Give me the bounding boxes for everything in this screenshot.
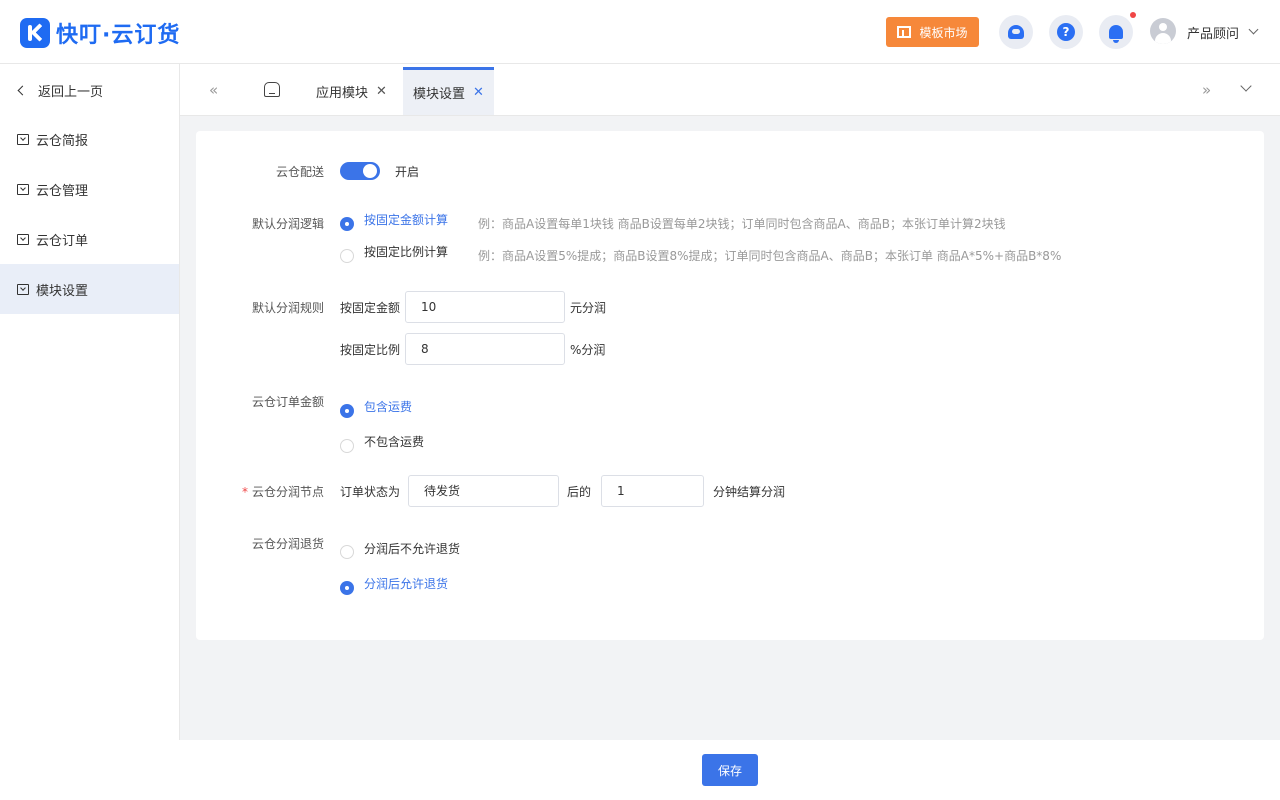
user-name[interactable]: 产品顾问 [1187, 23, 1239, 42]
node-middle: 后的 [567, 485, 592, 499]
fixed-ratio-label: 按固定比例 [340, 343, 401, 357]
top-header: 快叮·云订货 模板市场 ? 产品顾问 [0, 0, 1280, 64]
mail-icon [17, 233, 29, 245]
fixed-amount-unit: 元分润 [570, 301, 607, 315]
back-link[interactable]: 返回上一页 [16, 80, 103, 100]
tab-module-settings[interactable]: 模块设置 ✕ [403, 67, 494, 115]
delivery-state: 开启 [395, 165, 420, 179]
required-mark: * [241, 485, 248, 499]
node-prefix: 订单状态为 [340, 485, 401, 499]
sidebar-item-cloud-brief[interactable]: 云仓简报 [0, 114, 179, 164]
logo-text: 快叮·云订货 [56, 23, 181, 48]
tab-label: 模块设置 [413, 87, 466, 102]
include-shipping-label[interactable]: 包含运费 [364, 398, 412, 415]
template-market-label: 模板市场 [919, 25, 968, 40]
notification-button[interactable] [1099, 15, 1133, 49]
logo-icon [20, 18, 50, 48]
avatar[interactable] [1150, 18, 1176, 44]
home-icon[interactable] [264, 82, 280, 97]
customer-service-icon [1008, 25, 1024, 39]
node-label-text: 云仓分润节点 [251, 485, 324, 499]
chevron-down-icon[interactable] [1248, 24, 1259, 35]
logic-fixed-amount-radio[interactable] [340, 217, 354, 231]
app-logo[interactable]: 快叮·云订货 [20, 17, 180, 49]
settings-panel: 云仓配送 开启 默认分润逻辑 按固定金额计算 例：商品A设置每单1块钱 商品B设… [196, 131, 1264, 640]
include-shipping-radio[interactable] [340, 404, 354, 418]
fixed-amount-label: 按固定金额 [340, 301, 401, 315]
chevron-left-icon [17, 85, 28, 95]
no-return-label[interactable]: 分润后不允许退货 [364, 540, 460, 557]
node-label: * 云仓分润节点 [196, 483, 324, 500]
save-button[interactable]: 保存 [702, 754, 758, 786]
allow-return-label[interactable]: 分润后允许退货 [364, 575, 448, 592]
template-icon [897, 26, 912, 38]
logic-fixed-amount-hint: 例：商品A设置每单1块钱 商品B设置每单2块钱；订单同时包含商品A、商品B；本张… [478, 217, 1006, 231]
sidebar: 返回上一页 云仓简报 云仓管理 云仓订单 模块设置 [0, 64, 180, 740]
delivery-label: 云仓配送 [275, 165, 324, 179]
close-icon[interactable]: ✕ [376, 84, 387, 99]
tab-app-modules[interactable]: 应用模块 ✕ [306, 67, 397, 115]
double-chevron-right-icon[interactable]: » [1202, 83, 1211, 98]
sidebar-item-module-settings[interactable]: 模块设置 [0, 264, 179, 314]
fixed-ratio-unit: %分润 [570, 343, 606, 357]
fixed-amount-input[interactable]: 10 [405, 291, 565, 323]
order-status-select[interactable]: 待发货 [408, 475, 559, 507]
sidebar-item-cloud-manage[interactable]: 云仓管理 [0, 164, 179, 214]
sidebar-item-label: 云仓简报 [36, 133, 89, 149]
fixed-ratio-input[interactable]: 8 [405, 333, 565, 365]
template-market-button[interactable]: 模板市场 [886, 17, 979, 47]
logic-fixed-amount-label[interactable]: 按固定金额计算 [364, 211, 448, 228]
footer-bar: 保存 [0, 740, 1280, 800]
double-chevron-left-icon[interactable]: « [209, 83, 218, 98]
sidebar-item-cloud-orders[interactable]: 云仓订单 [0, 214, 179, 264]
order-amount-label: 云仓订单金额 [251, 395, 324, 409]
exclude-shipping-radio[interactable] [340, 439, 354, 453]
tab-bar: « 应用模块 ✕ 模块设置 ✕ » [180, 64, 1280, 116]
sidebar-item-label: 云仓管理 [36, 183, 89, 199]
delivery-toggle[interactable] [340, 162, 380, 180]
rule-label: 默认分润规则 [251, 301, 324, 315]
bell-icon [1109, 25, 1123, 43]
sidebar-item-label: 云仓订单 [36, 233, 89, 249]
node-suffix: 分钟结算分润 [713, 485, 786, 499]
logic-label: 默认分润逻辑 [251, 217, 324, 231]
customer-service-button[interactable] [999, 15, 1033, 49]
no-return-radio[interactable] [340, 545, 354, 559]
notification-badge [1130, 12, 1136, 18]
sidebar-item-label: 模块设置 [36, 283, 89, 299]
chevron-down-icon[interactable] [1240, 80, 1252, 92]
logic-fixed-ratio-hint: 例：商品A设置5%提成；商品B设置8%提成；订单同时包含商品A、商品B；本张订单… [478, 249, 1062, 263]
logic-fixed-ratio-label[interactable]: 按固定比例计算 [364, 243, 448, 260]
close-icon[interactable]: ✕ [473, 85, 484, 100]
logic-fixed-ratio-radio[interactable] [340, 249, 354, 263]
mail-icon [17, 283, 29, 295]
back-label: 返回上一页 [38, 84, 104, 100]
mail-icon [17, 133, 29, 145]
tab-label: 应用模块 [316, 85, 369, 101]
exclude-shipping-label[interactable]: 不包含运费 [364, 433, 424, 450]
help-button[interactable]: ? [1049, 15, 1083, 49]
help-icon: ? [1057, 23, 1075, 41]
minutes-input[interactable]: 1 [601, 475, 704, 507]
allow-return-radio[interactable] [340, 581, 354, 595]
return-label: 云仓分润退货 [251, 537, 324, 551]
mail-icon [17, 183, 29, 195]
